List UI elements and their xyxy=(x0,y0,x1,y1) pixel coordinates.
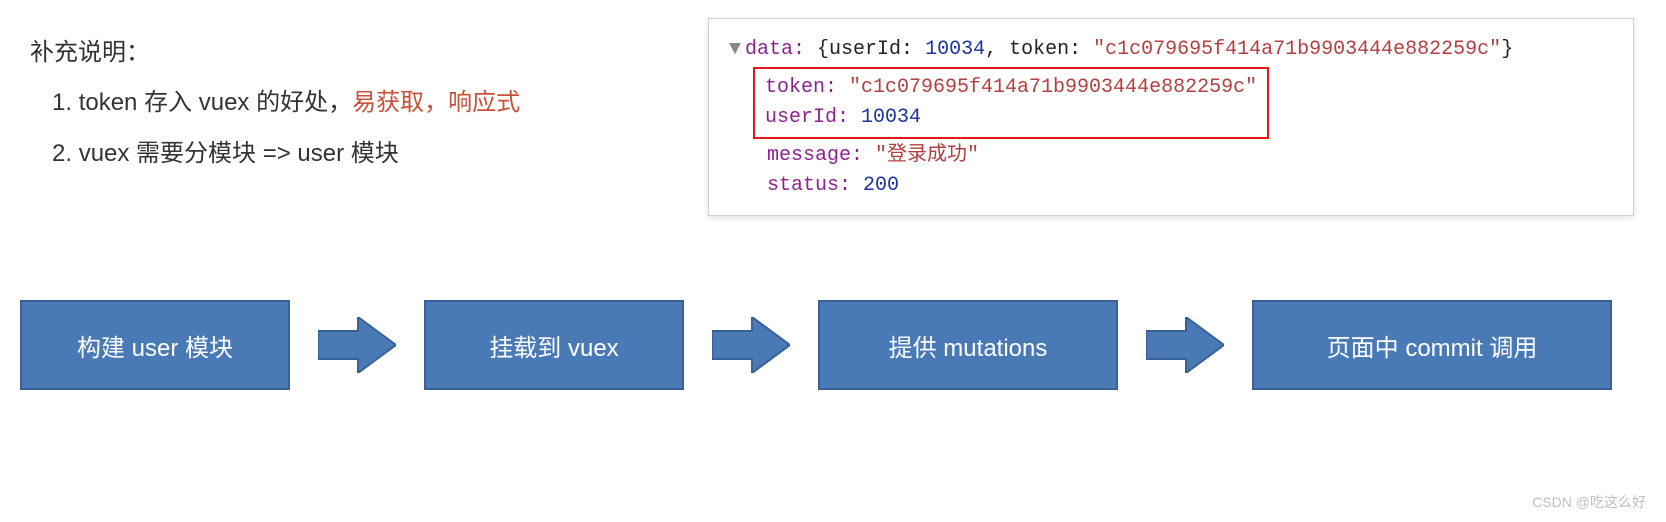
console-line-status: status: 200 xyxy=(729,171,1613,201)
console-line-message: message: "登录成功" xyxy=(729,141,1613,171)
console-comma: , token: xyxy=(985,38,1093,61)
console-line-data: ▼data: {userId: 10034, token: "c1c079695… xyxy=(729,35,1613,65)
console-val-userid: 10034 xyxy=(861,106,921,129)
console-line-token: token: "c1c079695f414a71b9903444e882259c… xyxy=(765,73,1257,103)
console-val-status: 200 xyxy=(863,174,899,197)
notes-block: 补充说明： token 存入 vuex 的好处，易获取，响应式 vuex 需要分… xyxy=(30,28,520,179)
console-val-message: "登录成功" xyxy=(875,144,979,167)
console-line-userid: userId: 10034 xyxy=(765,103,1257,133)
expand-arrow-icon[interactable]: ▼ xyxy=(729,35,741,65)
console-key-userid: userId: xyxy=(765,106,861,129)
console-brace-close: } xyxy=(1501,38,1513,61)
arrow-icon-3 xyxy=(1146,317,1224,373)
notes-title: 补充说明： xyxy=(30,28,520,78)
arrow-icon-1 xyxy=(318,317,396,373)
console-key-data: data: xyxy=(745,38,805,61)
flow-diagram: 构建 user 模块 挂载到 vuex 提供 mutations 页面中 com… xyxy=(20,300,1646,390)
flow-step-3: 提供 mutations xyxy=(818,300,1118,390)
notes-item-1-highlight: 易获取，响应式 xyxy=(352,89,520,116)
console-token-summary: "c1c079695f414a71b9903444e882259c" xyxy=(1093,38,1501,61)
notes-item-1-prefix: token 存入 vuex 的好处， xyxy=(79,89,352,116)
console-brace-open: {userId: xyxy=(805,38,925,61)
notes-list: token 存入 vuex 的好处，易获取，响应式 vuex 需要分模块 => … xyxy=(38,78,520,179)
console-userid-summary: 10034 xyxy=(925,38,985,61)
console-key-status: status: xyxy=(767,174,863,197)
flow-step-2: 挂载到 vuex xyxy=(424,300,684,390)
flow-step-4: 页面中 commit 调用 xyxy=(1252,300,1612,390)
flow-step-1: 构建 user 模块 xyxy=(20,300,290,390)
notes-item-1: token 存入 vuex 的好处，易获取，响应式 xyxy=(38,78,520,128)
arrow-icon-2 xyxy=(712,317,790,373)
console-key-token: token: xyxy=(765,76,849,99)
highlight-box: token: "c1c079695f414a71b9903444e882259c… xyxy=(753,67,1269,139)
watermark-text: CSDN @吃这么好 xyxy=(1532,492,1646,512)
devtools-console-panel: ▼data: {userId: 10034, token: "c1c079695… xyxy=(708,18,1634,216)
console-key-message: message: xyxy=(767,144,875,167)
notes-item-2: vuex 需要分模块 => user 模块 xyxy=(38,129,520,179)
console-val-token: "c1c079695f414a71b9903444e882259c" xyxy=(849,76,1257,99)
